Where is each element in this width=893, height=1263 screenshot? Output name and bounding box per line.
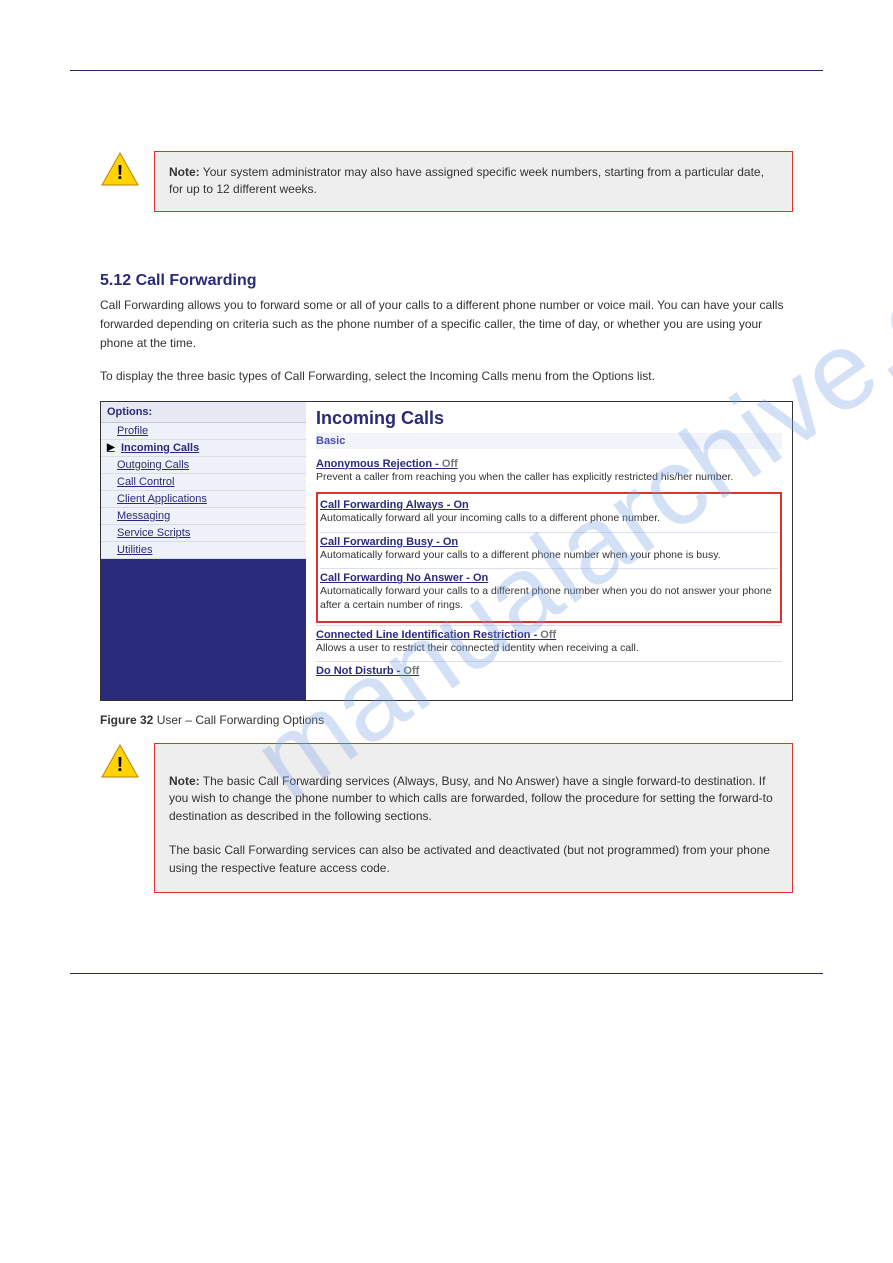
figure-text: User – Call Forwarding Options (153, 713, 324, 727)
feature-link[interactable]: Call Forwarding Always - On (320, 499, 778, 511)
warning-box: Note: The basic Call Forwarding services… (154, 743, 793, 893)
sidebar-item-incoming-calls[interactable]: ▶ Incoming Calls (101, 440, 306, 457)
warning-icon: ! (100, 151, 140, 190)
feature-status: On (443, 536, 458, 548)
warning-block-week-numbers: ! Note: Your system administrator may al… (100, 151, 793, 212)
sidebar-item-utilities[interactable]: Utilities (101, 542, 306, 559)
feature-description: Allows a user to restrict their connecte… (316, 642, 782, 656)
sidebar-item-label: Incoming Calls (121, 442, 199, 454)
sidebar-header: Options: (101, 402, 306, 423)
feature-link[interactable]: Connected Line Identification Restrictio… (316, 629, 782, 641)
sidebar-fill (101, 559, 306, 700)
pointer-icon: ▶ (107, 442, 117, 453)
warning-text: Your system administrator may also have … (169, 165, 764, 196)
figure-number: Figure 32 (100, 713, 153, 727)
page-title: Incoming Calls (316, 408, 782, 429)
sidebar-item-label: Profile (117, 425, 148, 437)
sidebar-item-label: Utilities (117, 544, 152, 556)
feature-call-forwarding-always: Call Forwarding Always - OnAutomatically… (320, 496, 778, 532)
figure-caption: Figure 32 User – Call Forwarding Options (100, 713, 793, 727)
feature-status: Off (540, 629, 556, 641)
feature-title-text: Call Forwarding Always - (320, 499, 453, 511)
feature-call-forwarding-busy: Call Forwarding Busy - OnAutomatically f… (320, 532, 778, 569)
sidebar-item-label: Call Control (117, 476, 174, 488)
warning-block-forwarding: ! Note: The basic Call Forwarding servic… (100, 743, 793, 893)
feature-status: On (473, 572, 488, 584)
main-panel: Incoming Calls Basic Anonymous Rejection… (306, 402, 792, 700)
feature-link[interactable]: Do Not Disturb - Off (316, 665, 782, 677)
footer-rule (70, 973, 823, 974)
feature-link[interactable]: Call Forwarding Busy - On (320, 536, 778, 548)
feature-title-text: Call Forwarding No Answer - (320, 572, 473, 584)
svg-text:!: ! (117, 162, 124, 184)
screenshot-panel: Options: Profile▶ Incoming Calls Outgoing … (100, 401, 793, 701)
svg-text:!: ! (117, 754, 124, 776)
feature-description: Automatically forward all your incoming … (320, 512, 778, 526)
sidebar-item-profile[interactable]: Profile (101, 423, 306, 440)
sidebar-item-messaging[interactable]: Messaging (101, 508, 306, 525)
feature-anonymous-rejection: Anonymous Rejection - OffPrevent a calle… (316, 455, 782, 491)
feature-status: Off (442, 458, 458, 470)
section-paragraph-2: To display the three basic types of Call… (100, 367, 793, 386)
feature-connected-line-identification-restriction: Connected Line Identification Restrictio… (316, 625, 782, 662)
feature-status: Off (403, 665, 419, 677)
header-rule (70, 70, 823, 71)
section-paragraph-1: Call Forwarding allows you to forward so… (100, 296, 793, 354)
feature-description: Automatically forward your calls to a di… (320, 549, 778, 563)
feature-title-text: Connected Line Identification Restrictio… (316, 629, 540, 641)
sidebar-item-service-scripts[interactable]: Service Scripts (101, 525, 306, 542)
feature-link[interactable]: Call Forwarding No Answer - On (320, 572, 778, 584)
warning-prefix: Note: (169, 774, 200, 788)
feature-do-not-disturb: Do Not Disturb - Off (316, 661, 782, 683)
section-heading: 5.12 Call Forwarding (100, 272, 793, 290)
feature-title-text: Anonymous Rejection - (316, 458, 442, 470)
sidebar-item-label: Client Applications (117, 493, 207, 505)
options-sidebar: Options: Profile▶ Incoming Calls Outgoing … (101, 402, 306, 700)
feature-status: On (453, 499, 468, 511)
sidebar-item-label: Messaging (117, 510, 170, 522)
feature-call-forwarding-no-answer: Call Forwarding No Answer - OnAutomatica… (320, 568, 778, 618)
feature-description: Prevent a caller from reaching you when … (316, 471, 782, 485)
warning-text: The basic Call Forwarding services (Alwa… (169, 774, 773, 875)
sidebar-item-outgoing-calls[interactable]: Outgoing Calls (101, 457, 306, 474)
warning-prefix: Note: (169, 165, 200, 179)
sidebar-item-call-control[interactable]: Call Control (101, 474, 306, 491)
warning-box: Note: Your system administrator may also… (154, 151, 793, 212)
page-subhead: Basic (316, 433, 782, 449)
sidebar-item-label: Outgoing Calls (117, 459, 189, 471)
sidebar-item-label: Service Scripts (117, 527, 190, 539)
feature-description: Automatically forward your calls to a di… (320, 585, 778, 612)
feature-link[interactable]: Anonymous Rejection - Off (316, 458, 782, 470)
feature-title-text: Call Forwarding Busy - (320, 536, 443, 548)
highlighted-features: Call Forwarding Always - OnAutomatically… (316, 492, 782, 623)
feature-title-text: Do Not Disturb - (316, 665, 403, 677)
sidebar-item-client-applications[interactable]: Client Applications (101, 491, 306, 508)
warning-icon: ! (100, 743, 140, 782)
